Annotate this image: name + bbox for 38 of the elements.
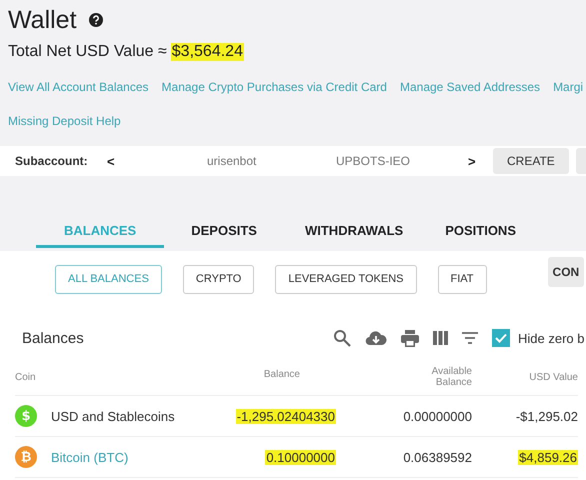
print-icon[interactable] (401, 330, 419, 346)
tab[interactable]: WITHDRAWALS (284, 218, 424, 253)
convert-button[interactable]: CON (548, 257, 584, 287)
checkbox[interactable] (492, 329, 510, 347)
table-cell: 0.00000000 (403, 408, 472, 424)
tab[interactable]: DEPOSITS (164, 218, 284, 253)
table-cell: 0.06389592 (403, 450, 472, 464)
subaccount-label: Subaccount: (15, 154, 89, 168)
page-title: Wallet (8, 6, 77, 34)
previous-arrow[interactable]: < (107, 154, 207, 168)
table-cell: $4,859.26 (518, 450, 578, 464)
column-header: Balance (264, 369, 300, 380)
column-header: Coin (15, 372, 36, 382)
total-label: Total Net USD Value ≈ (8, 43, 167, 61)
coin-name: USD and Stablecoins (51, 408, 175, 424)
filter-button[interactable]: FIAT (438, 264, 487, 294)
search-icon[interactable] (333, 329, 351, 347)
cloud-download-icon[interactable] (365, 330, 387, 346)
tab[interactable]: POSITIONS (424, 218, 537, 248)
filter-button[interactable]: LEVERAGED TOKENS (275, 264, 417, 294)
checkbox-label: Hide zero b (518, 330, 584, 346)
section-title: Balances (22, 330, 85, 346)
subaccount-option[interactable]: urisenbot (207, 154, 336, 168)
create-button[interactable]: CREATE (493, 148, 569, 174)
table-cell: 0.10000000 (265, 450, 336, 464)
subaccount-option[interactable]: UPBOTS-IEO (336, 154, 468, 168)
column-header: USD Value (528, 372, 578, 382)
filter-icon[interactable] (462, 332, 478, 344)
filter-button[interactable]: CRYPTO (182, 264, 254, 294)
coin-icon: ₿ (15, 446, 37, 468)
table-cell: -$1,295.02 (516, 408, 578, 424)
columns-icon[interactable] (433, 331, 448, 345)
table-cell: -1,295.02404330 (236, 408, 336, 424)
next-arrow[interactable]: > (468, 154, 493, 168)
column-header: Available Balance (430, 366, 472, 388)
coin-icon: $ (15, 405, 37, 427)
total-value: $3,564.24 (170, 43, 244, 61)
help-icon[interactable] (88, 13, 103, 27)
